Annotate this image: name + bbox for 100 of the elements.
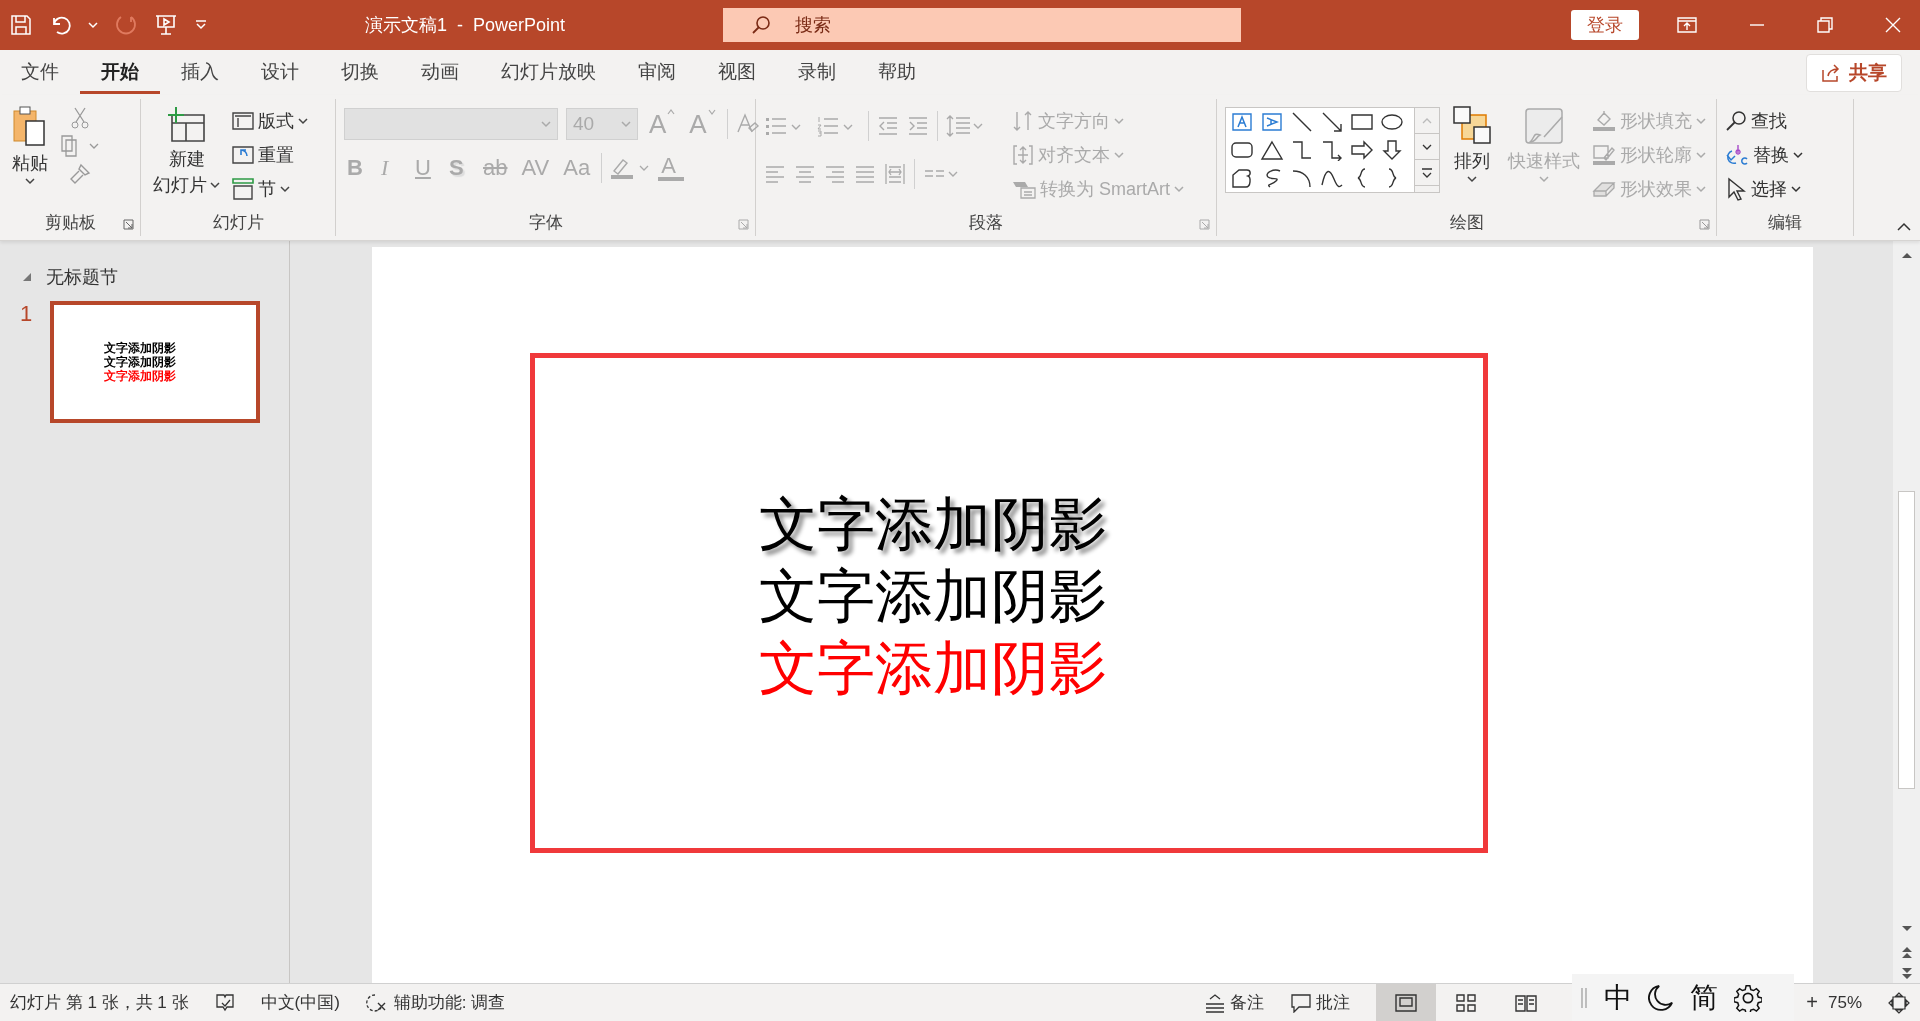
grid-icon	[1455, 993, 1478, 1012]
fit-to-window-icon[interactable]	[1888, 991, 1910, 1014]
slide-thumbnail[interactable]: 文字添加阴影 文字添加阴影 文字添加阴影	[50, 301, 260, 423]
customize-caret-icon[interactable]	[194, 20, 208, 30]
paint-bucket-icon	[1592, 110, 1616, 132]
settings-icon[interactable]	[1734, 983, 1762, 1012]
grip-icon[interactable]	[1580, 985, 1588, 1010]
group-label: 绘图	[1449, 211, 1484, 234]
ribbon-tab[interactable]: 设计	[240, 51, 320, 94]
close-icon[interactable]	[1885, 17, 1901, 33]
zoom-in-button[interactable]: +	[1796, 991, 1828, 1014]
ribbon-tab[interactable]: 插入	[160, 51, 240, 94]
replace-icon	[1725, 143, 1749, 167]
accessibility-status[interactable]: 辅助功能: 调查	[393, 991, 506, 1014]
ribbon-button[interactable]: 替换	[1725, 141, 1803, 169]
layout-icon	[232, 111, 254, 131]
vtextbox-shape-icon[interactable]	[1260, 111, 1284, 133]
dialog-launcher-icon[interactable]	[1699, 219, 1710, 230]
scissors-icon[interactable]	[70, 107, 90, 129]
downarrow-shape-icon[interactable]	[1380, 139, 1404, 161]
arc-shape-icon[interactable]	[1290, 167, 1314, 189]
ribbon-button[interactable]: 节	[232, 175, 290, 203]
group-label: 剪贴板	[44, 211, 96, 234]
sign-in-button[interactable]: 登录	[1571, 10, 1639, 40]
oval-shape-icon[interactable]	[1380, 111, 1404, 133]
ribbon-tab[interactable]: 审阅	[617, 51, 697, 94]
text-direction-icon	[1012, 110, 1034, 132]
scrollbar-thumb[interactable]	[1898, 491, 1915, 789]
ribbon-button[interactable]: 查找	[1725, 107, 1787, 135]
ribbon-tab[interactable]: 文件	[0, 51, 80, 94]
restore-icon[interactable]	[1817, 17, 1833, 33]
ribbon-tab[interactable]: 录制	[777, 51, 857, 94]
down-chevron-icon	[707, 108, 716, 115]
paintbrush-icon[interactable]	[69, 163, 91, 185]
caret-icon	[88, 21, 98, 29]
ribbon-tab[interactable]: 动画	[400, 51, 480, 94]
ribbon-button[interactable]: 重置	[232, 141, 294, 169]
arrange-icon	[1452, 105, 1492, 147]
paste-button[interactable]: 粘贴	[8, 101, 52, 189]
search-field[interactable]: 搜索	[723, 8, 1241, 42]
new-slide-button[interactable]: 新建 幻灯片	[149, 101, 224, 201]
accessibility-icon[interactable]	[365, 992, 388, 1013]
roundrect-shape-icon[interactable]	[1230, 139, 1254, 161]
ribbon-button[interactable]: 版式	[232, 107, 308, 135]
caret-icon	[1793, 151, 1803, 159]
ribbon-tab[interactable]: 切换	[320, 51, 400, 94]
group-label: 编辑	[1768, 211, 1802, 234]
caret-icon	[621, 120, 631, 128]
ribbon-button[interactable]: 选择	[1725, 175, 1801, 203]
text-box[interactable]: 文字添加阴影 文字添加阴影 文字添加阴影	[530, 353, 1488, 853]
triangle-shape-icon[interactable]	[1260, 139, 1284, 161]
font-name-field[interactable]	[344, 108, 558, 140]
script-mode-button[interactable]: 简	[1690, 978, 1718, 1017]
thumbnail-text: 文字添加阴影	[104, 369, 176, 383]
ribbon-tab[interactable]: 幻灯片放映	[480, 51, 617, 94]
pencil-outline-icon	[1592, 144, 1616, 166]
moon-icon[interactable]	[1648, 983, 1674, 1012]
share-button[interactable]: 共享	[1806, 53, 1902, 92]
caret-icon	[280, 185, 290, 193]
caret-icon	[541, 120, 551, 128]
arrange-button[interactable]: 排列	[1448, 101, 1496, 187]
caret-icon	[1174, 185, 1184, 193]
dialog-launcher-icon[interactable]	[123, 219, 134, 230]
book-icon	[1515, 993, 1538, 1012]
presentation-icon[interactable]	[154, 13, 178, 37]
freeform-shape-icon[interactable]	[1230, 167, 1254, 189]
zoom-level[interactable]: 75%	[1827, 992, 1888, 1013]
rect-shape-icon[interactable]	[1350, 111, 1374, 133]
caret-icon	[1467, 175, 1477, 183]
elbow-shape-icon[interactable]	[1290, 139, 1314, 161]
window-title: 演示文稿1 - PowerPoint	[365, 14, 567, 37]
language-status[interactable]: 中文(中国)	[260, 991, 340, 1014]
ribbon-tab[interactable]: 帮助	[857, 51, 937, 94]
textbox-shape-icon[interactable]	[1230, 111, 1254, 133]
ribbon-tab[interactable]: 视图	[697, 51, 777, 94]
line-shape-icon[interactable]	[1290, 111, 1314, 133]
notes-button[interactable]: 备注	[1204, 991, 1265, 1014]
caret-icon	[210, 181, 220, 189]
expanded-triangle-icon[interactable]	[22, 272, 32, 282]
ribbon-tab[interactable]: 开始	[80, 51, 160, 94]
collapse-ribbon-icon[interactable]	[1896, 222, 1912, 232]
elbowarrow-shape-icon[interactable]	[1320, 139, 1344, 161]
comments-button[interactable]: 批注	[1290, 991, 1351, 1014]
slide-text: 文字添加阴影	[759, 562, 1108, 630]
normal-view-button[interactable]	[1376, 984, 1437, 1021]
book-check-icon[interactable]	[214, 992, 235, 1013]
save-icon[interactable]	[10, 14, 32, 36]
caret-icon	[1696, 185, 1706, 193]
slide-text: 文字添加阴影	[759, 634, 1108, 702]
notes-icon	[1204, 992, 1227, 1013]
new-slide-icon	[165, 105, 208, 145]
arrow-shape-icon[interactable]	[1320, 111, 1344, 133]
caret-icon	[1114, 151, 1124, 159]
rightarrow-shape-icon[interactable]	[1350, 139, 1374, 161]
caret-icon	[1696, 117, 1706, 125]
ribbon-display-icon[interactable]	[1677, 17, 1697, 33]
input-mode-button[interactable]: 中	[1604, 978, 1632, 1017]
group-label: 幻灯片	[212, 211, 264, 234]
pointer-icon	[1725, 177, 1747, 201]
reset-icon	[232, 145, 254, 165]
